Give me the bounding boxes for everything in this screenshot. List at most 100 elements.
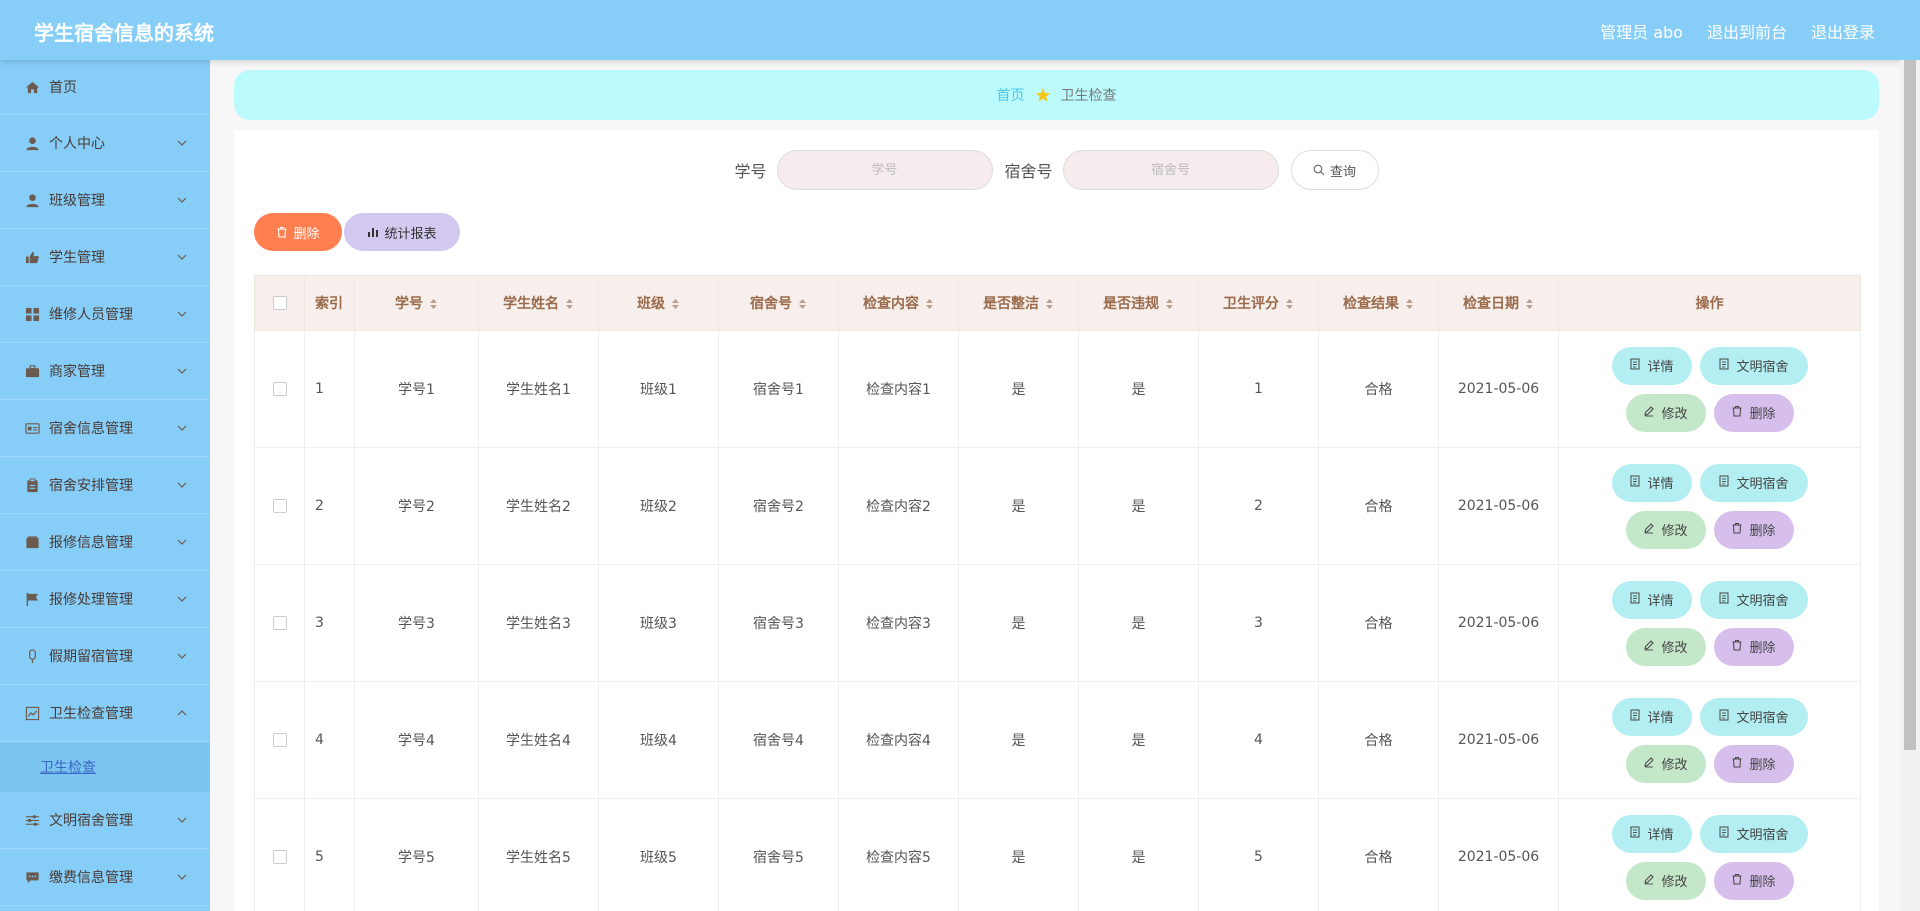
sidebar-item-student[interactable]: 学生管理 bbox=[0, 229, 210, 286]
sidebar-item-payment[interactable]: 缴费信息管理 bbox=[0, 849, 210, 906]
sidebar-item-repair-info[interactable]: 报修信息管理 bbox=[0, 514, 210, 571]
edit-button[interactable]: 修改 bbox=[1625, 627, 1706, 666]
sidebar: 首页 个人中心 班级管理 学生管理 维修人员管理 商家管理 宿舍信息管理 宿舍安… bbox=[0, 60, 210, 911]
edit-label: 修改 bbox=[1661, 757, 1688, 772]
sidebar-item-label: 宿舍信息管理 bbox=[49, 421, 133, 437]
sidebar-item-civil-dorm[interactable]: 文明宿舍管理 bbox=[0, 792, 210, 849]
civil-dorm-button[interactable]: 文明宿舍 bbox=[1699, 814, 1808, 853]
table-body: 1 学号1 学生姓名1 班级1 宿舍号1 检查内容1 是是 1 合格 2021-05-06 详情 文明… bbox=[254, 330, 1861, 911]
briefcase-icon bbox=[24, 363, 40, 379]
sidebar-item-merchant[interactable]: 商家管理 bbox=[0, 343, 210, 400]
student-no-cell: 学号5 bbox=[354, 798, 479, 911]
detail-label: 详情 bbox=[1647, 710, 1674, 725]
is-violation-cell: 是 bbox=[1078, 798, 1199, 911]
student-no-input[interactable] bbox=[776, 150, 993, 190]
sort-icon bbox=[926, 299, 933, 309]
row-checkbox[interactable] bbox=[272, 382, 287, 396]
column-header[interactable]: 是否整洁 bbox=[958, 275, 1079, 331]
operations-cell: 详情 文明宿舍修改 删除 bbox=[1558, 798, 1861, 911]
delete-button[interactable]: 删除 bbox=[1713, 627, 1794, 666]
row-checkbox[interactable] bbox=[272, 499, 287, 513]
page-scrollbar[interactable] bbox=[1900, 60, 1920, 911]
detail-button[interactable]: 详情 bbox=[1611, 463, 1692, 502]
detail-button[interactable]: 详情 bbox=[1611, 580, 1692, 619]
check-date-cell: 2021-05-06 bbox=[1438, 330, 1559, 448]
chevron-down-icon bbox=[177, 874, 187, 880]
hygiene-score-cell: 3 bbox=[1198, 564, 1319, 682]
edit-button[interactable]: 修改 bbox=[1625, 861, 1706, 900]
batch-delete-button[interactable]: 删除 bbox=[254, 213, 342, 251]
breadcrumb-home[interactable]: 首页 bbox=[997, 85, 1025, 105]
chevron-up-icon bbox=[177, 710, 187, 716]
column-header[interactable]: 是否违规 bbox=[1078, 275, 1199, 331]
civil-dorm-button[interactable]: 文明宿舍 bbox=[1699, 463, 1808, 502]
sidebar-item-hygiene-check[interactable]: 卫生检查管理 bbox=[0, 685, 210, 742]
sidebar-item-label: 报修信息管理 bbox=[49, 535, 133, 551]
column-header-label: 检查内容 bbox=[863, 296, 919, 312]
check-content-cell: 检查内容1 bbox=[838, 330, 959, 448]
sidebar-item-holiday-stay[interactable]: 假期留宿管理 bbox=[0, 628, 210, 685]
class-cell: 班级4 bbox=[598, 681, 719, 799]
document-icon bbox=[1718, 592, 1730, 607]
row-select-cell bbox=[254, 564, 305, 682]
sort-icon bbox=[1286, 299, 1293, 309]
chevron-down-icon bbox=[177, 311, 187, 317]
civil-dorm-button[interactable]: 文明宿舍 bbox=[1699, 697, 1808, 736]
edit-button[interactable]: 修改 bbox=[1625, 744, 1706, 783]
sidebar-item-profile[interactable]: 个人中心 bbox=[0, 115, 210, 172]
delete-button[interactable]: 删除 bbox=[1713, 393, 1794, 432]
scrollbar-thumb[interactable] bbox=[1904, 60, 1916, 750]
check-date-cell: 2021-05-06 bbox=[1438, 681, 1559, 799]
select-all-checkbox[interactable] bbox=[272, 296, 287, 310]
civil-dorm-button[interactable]: 文明宿舍 bbox=[1699, 580, 1808, 619]
civil-dorm-button[interactable]: 文明宿舍 bbox=[1699, 346, 1808, 385]
statistics-report-button[interactable]: 统计报表 bbox=[344, 213, 460, 251]
is-violation-cell: 是 bbox=[1078, 447, 1199, 565]
header-links: 管理员 abo 退出到前台 退出登录 bbox=[1600, 19, 1875, 43]
statistics-report-label: 统计报表 bbox=[384, 225, 437, 241]
row-checkbox[interactable] bbox=[272, 616, 287, 630]
sidebar-item-class[interactable]: 班级管理 bbox=[0, 172, 210, 229]
detail-button[interactable]: 详情 bbox=[1611, 814, 1692, 853]
app-title: 学生宿舍信息的系统 bbox=[34, 21, 214, 45]
row-checkbox[interactable] bbox=[272, 850, 287, 864]
exit-to-frontend-link[interactable]: 退出到前台 bbox=[1707, 19, 1787, 43]
chevron-down-icon bbox=[177, 817, 187, 823]
logout-link[interactable]: 退出登录 bbox=[1811, 19, 1875, 43]
delete-button[interactable]: 删除 bbox=[1713, 510, 1794, 549]
sort-icon bbox=[1406, 299, 1413, 309]
detail-button[interactable]: 详情 bbox=[1611, 697, 1692, 736]
detail-button[interactable]: 详情 bbox=[1611, 346, 1692, 385]
column-header[interactable]: 检查内容 bbox=[838, 275, 959, 331]
row-checkbox[interactable] bbox=[272, 733, 287, 747]
sidebar-item-home[interactable]: 首页 bbox=[0, 60, 210, 115]
operations-row: 修改 删除 bbox=[1625, 744, 1794, 783]
sidebar-item-repair-process[interactable]: 报修处理管理 bbox=[0, 571, 210, 628]
query-button[interactable]: 查询 bbox=[1290, 150, 1379, 190]
column-header-label: 是否整洁 bbox=[983, 296, 1039, 312]
sidebar-item-dorm-arrangement[interactable]: 宿舍安排管理 bbox=[0, 457, 210, 514]
submenu-item-hygiene-check[interactable]: 卫生检查 bbox=[0, 742, 210, 792]
dorm-no-input[interactable] bbox=[1062, 150, 1279, 190]
sidebar-item-repairer[interactable]: 维修人员管理 bbox=[0, 286, 210, 343]
edit-button[interactable]: 修改 bbox=[1625, 510, 1706, 549]
column-header[interactable]: 检查日期 bbox=[1438, 275, 1559, 331]
main-content: 首页 卫生检查 学号 宿舍号 查询 删除 统计报表 bbox=[210, 60, 1900, 911]
column-header[interactable]: 学号 bbox=[354, 275, 479, 331]
column-header[interactable]: 班级 bbox=[598, 275, 719, 331]
column-header[interactable]: 学生姓名 bbox=[478, 275, 599, 331]
class-cell: 班级5 bbox=[598, 798, 719, 911]
column-header[interactable]: 宿舍号 bbox=[718, 275, 839, 331]
column-header[interactable]: 检查结果 bbox=[1318, 275, 1439, 331]
column-header[interactable]: 卫生评分 bbox=[1198, 275, 1319, 331]
is-tidy-cell: 是 bbox=[958, 564, 1079, 682]
edit-button[interactable]: 修改 bbox=[1625, 393, 1706, 432]
delete-button[interactable]: 删除 bbox=[1713, 861, 1794, 900]
document-icon bbox=[1718, 358, 1730, 373]
action-bar: 删除 统计报表 bbox=[254, 213, 460, 251]
check-date-cell: 2021-05-06 bbox=[1438, 798, 1559, 911]
delete-button[interactable]: 删除 bbox=[1713, 744, 1794, 783]
operations-row: 详情 文明宿舍 bbox=[1611, 346, 1808, 385]
sidebar-item-dorm-info[interactable]: 宿舍信息管理 bbox=[0, 400, 210, 457]
document-icon bbox=[1629, 358, 1641, 373]
